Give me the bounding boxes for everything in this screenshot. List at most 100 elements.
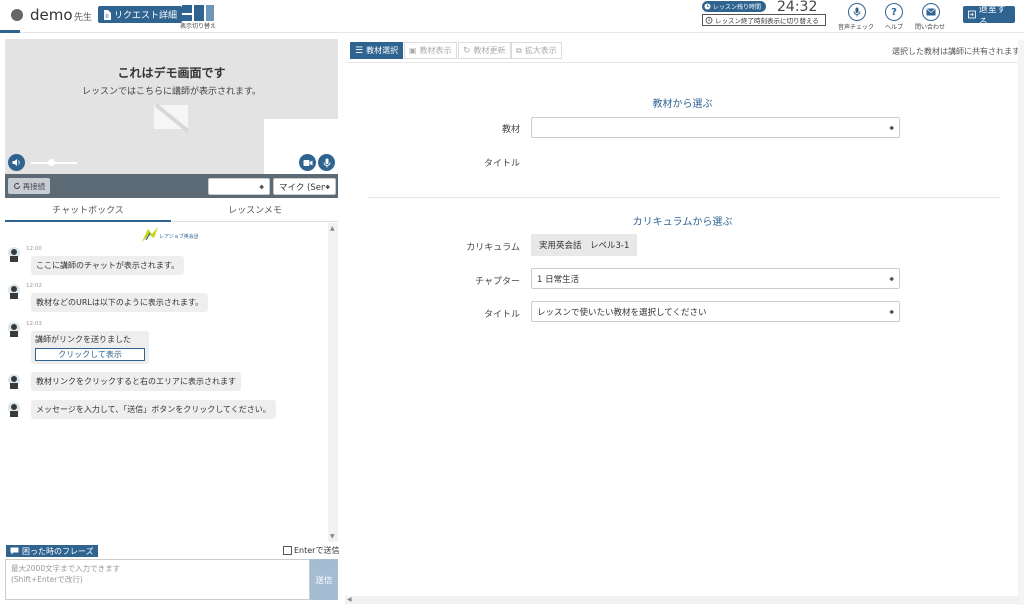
chapter-select[interactable]: 1 日常生活 ◆ <box>531 268 900 289</box>
curriculum-title-label: タイトル <box>483 310 520 320</box>
message-time: 12:03 <box>26 321 42 327</box>
camera-button[interactable] <box>299 154 316 171</box>
contact-label: 問い合わせ <box>915 24 946 31</box>
video-subtitle: レッスンではこちらに講師が表示されます。 <box>81 87 262 97</box>
tab-material-select[interactable]: ☰ 教材選択 <box>350 42 404 59</box>
audio-check-button[interactable] <box>848 3 866 21</box>
layout-block <box>206 5 214 21</box>
tab-label: 教材更新 <box>473 46 506 55</box>
clock-icon <box>704 3 711 10</box>
microphone-icon <box>853 7 861 17</box>
camera-select[interactable]: ◆ <box>208 178 270 195</box>
message-bubble: 教材リンクをクリックすると右のエリアに表示されます <box>31 372 241 391</box>
volume-button[interactable] <box>8 154 25 171</box>
curriculum-section-title: カリキュラムから選ぶ <box>632 217 733 228</box>
list-icon: ☰ <box>355 45 364 56</box>
video-area: これはデモ画面です レッスンではこちらに講師が表示されます。 <box>5 39 338 174</box>
tab-expand-view[interactable]: ⧉ 拡大表示 <box>511 42 562 59</box>
contact-button[interactable] <box>922 3 940 21</box>
request-detail-label: リクエスト詳細 <box>114 11 178 21</box>
video-camera-icon <box>303 159 312 166</box>
message-bubble: メッセージを入力して、「送信」ボタンをクリックしてください。 <box>31 400 276 419</box>
alarm-icon <box>705 16 713 24</box>
section-divider <box>367 197 1000 198</box>
material-select[interactable]: ◆ <box>531 117 900 138</box>
scroll-down-icon[interactable]: ▼ <box>330 533 335 540</box>
status-dot <box>11 9 23 21</box>
help-button[interactable]: ? <box>885 3 903 21</box>
scroll-up-icon[interactable]: ▲ <box>330 225 335 232</box>
phrase-button[interactable]: 困った時のフレーズ <box>6 545 98 557</box>
title-select-value: レッスンで使いたい教材を選択してください <box>537 307 707 318</box>
user-name: demo <box>30 6 73 24</box>
select-arrows-icon: ◆ <box>889 275 894 282</box>
tab-lesson-memo[interactable]: レッスンメモ <box>172 201 338 222</box>
document-icon <box>104 9 111 20</box>
open-link-button[interactable]: クリックして表示 <box>35 348 145 361</box>
volume-slider-handle[interactable] <box>48 159 56 166</box>
request-detail-button[interactable]: リクエスト詳細 <box>98 6 183 23</box>
reconnect-button[interactable]: 再接続 <box>8 178 50 194</box>
timer-badge: レッスン残り時間 <box>702 1 767 12</box>
refresh-icon <box>13 182 20 189</box>
right-scrollbar[interactable] <box>1018 40 1024 605</box>
teacher-avatar <box>8 374 20 389</box>
chapter-label: チャプター <box>475 277 520 287</box>
left-tabs: チャットボックス レッスンメモ <box>5 201 338 222</box>
expand-icon: ⧉ <box>516 45 522 55</box>
tab-material-refresh[interactable]: ↻ 教材更新 <box>458 42 511 59</box>
reconnect-label: 再接続 <box>22 181 46 191</box>
input-placeholder-hint: (Shift+Enterで改行) <box>11 575 83 584</box>
material-title-label: タイトル <box>483 159 520 169</box>
timer-badge-label: レッスン残り時間 <box>713 4 762 11</box>
teacher-avatar <box>8 284 20 299</box>
material-label: 教材 <box>501 125 520 135</box>
speaker-icon <box>12 159 20 166</box>
logout-label: 退室する <box>978 4 1006 28</box>
header-bar: demo 先生 リクエスト詳細 表示切り替え レッスン残り時間 24:32 レッ… <box>0 0 1024 33</box>
tab-divider <box>345 62 1020 63</box>
enter-send-option[interactable]: Enterで送信 <box>283 545 339 556</box>
share-note: 選択した教材は講師に共有されます <box>892 47 1020 56</box>
horizontal-scrollbar[interactable]: ◀ <box>345 596 1020 604</box>
message-time: 12:02 <box>26 283 42 289</box>
curriculum-label: カリキュラム <box>466 243 520 253</box>
message-input[interactable]: 最大2000文字まで入力できます (Shift+Enterで改行) <box>5 559 310 600</box>
mail-icon <box>926 8 936 16</box>
chat-messages: レアジョブ英会話 12:00 ここに講師のチャットが表示されます。 12:02 … <box>5 223 328 542</box>
chapter-select-value: 1 日常生活 <box>537 274 580 285</box>
tab-chatbox[interactable]: チャットボックス <box>5 201 171 222</box>
message-bubble: 教材などのURLは以下のように表示されます。 <box>31 293 209 312</box>
teacher-avatar <box>8 247 20 262</box>
layout-block <box>182 5 192 13</box>
tab-material-display[interactable]: ▣ 教材表示 <box>404 42 457 59</box>
mic-select-value: マイク (Sen <box>279 182 325 193</box>
timer-value: 24:32 <box>777 0 818 15</box>
help-label: ヘルプ <box>885 24 904 31</box>
chat-bubble-icon <box>10 547 19 555</box>
message-bubble: 講師がリンクを送りました クリックして表示 <box>31 331 149 364</box>
layout-block <box>194 5 204 21</box>
chat-scrollbar[interactable]: ▲ ▼ <box>328 223 338 542</box>
select-arrows-icon: ◆ <box>889 124 894 131</box>
mic-select[interactable]: マイク (Sen ◆ <box>273 178 336 195</box>
exit-icon <box>968 10 976 19</box>
video-title: これはデモ画面です <box>117 66 226 80</box>
mic-button[interactable] <box>318 154 335 171</box>
message-time: 12:00 <box>26 246 42 252</box>
select-arrows-icon: ◆ <box>889 308 894 315</box>
brand-logo: レアジョブ英会話 <box>140 226 199 244</box>
send-button[interactable]: 送信 <box>310 559 338 600</box>
material-section-title: 教材から選ぶ <box>652 99 713 110</box>
title-select[interactable]: レッスンで使いたい教材を選択してください ◆ <box>531 301 900 322</box>
scroll-left-icon[interactable]: ◀ <box>347 596 352 603</box>
svg-text:レアジョブ英会話: レアジョブ英会話 <box>159 233 198 240</box>
logout-button[interactable]: 退室する <box>963 5 1015 28</box>
device-control-bar: 再接続 ◆ マイク (Sen ◆ <box>5 174 338 198</box>
tab-label: 教材選択 <box>366 46 399 55</box>
audio-check-label: 音声チェック <box>838 24 875 31</box>
enter-send-checkbox[interactable] <box>283 546 292 555</box>
camera-off-icon <box>154 103 190 133</box>
timer-switch-button[interactable]: レッスン終了時刻表示に切り替える <box>702 14 826 26</box>
select-arrows-icon: ◆ <box>325 183 330 190</box>
